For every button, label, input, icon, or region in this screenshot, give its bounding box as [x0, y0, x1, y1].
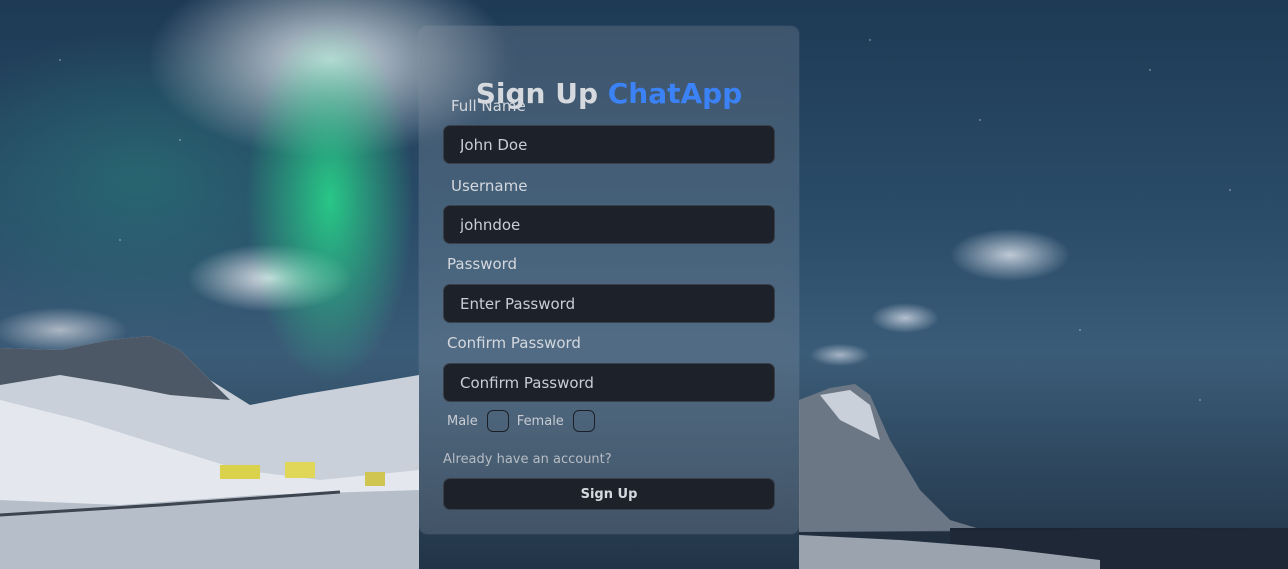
- login-link[interactable]: Already have an account?: [443, 452, 612, 467]
- username-label: Username: [451, 177, 528, 195]
- female-checkbox[interactable]: [572, 410, 595, 432]
- title-brand: ChatApp: [607, 77, 743, 110]
- male-checkbox[interactable]: [486, 410, 509, 432]
- full-name-label: Full Name: [451, 97, 526, 115]
- signup-button[interactable]: Sign Up: [443, 478, 775, 510]
- full-name-input[interactable]: [443, 125, 775, 164]
- confirm-password-label: Confirm Password: [447, 334, 581, 352]
- gender-selector: Male Female: [447, 410, 603, 432]
- female-label: Female: [516, 413, 564, 429]
- password-label: Password: [447, 255, 518, 273]
- male-label: Male: [447, 413, 478, 429]
- confirm-password-input[interactable]: [443, 363, 775, 402]
- password-input[interactable]: [443, 284, 775, 323]
- signup-card: Sign Up ChatApp Full Name Username Passw…: [419, 26, 799, 534]
- username-input[interactable]: [443, 205, 775, 244]
